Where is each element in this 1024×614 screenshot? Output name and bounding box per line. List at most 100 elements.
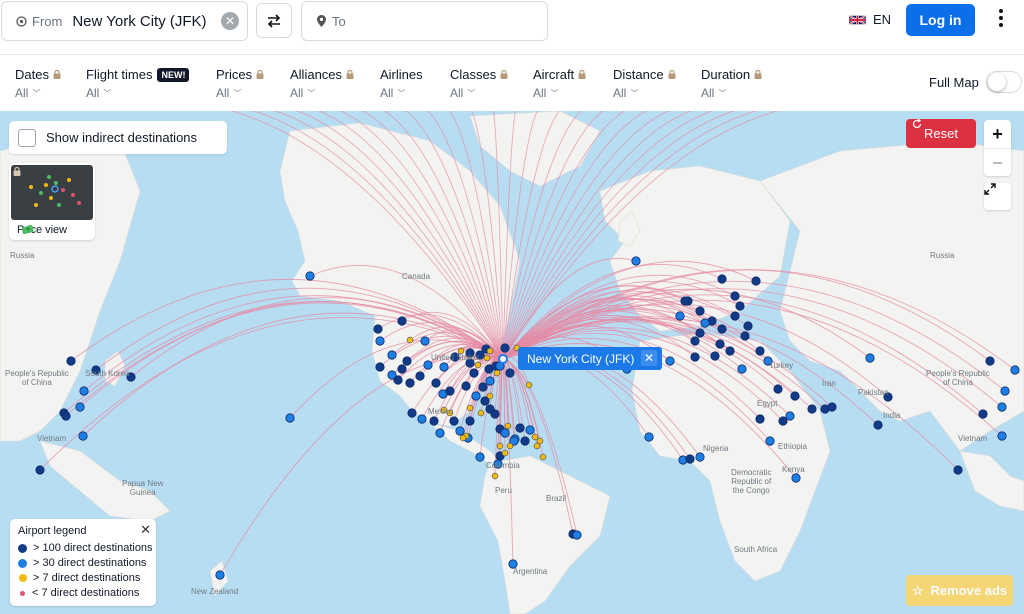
airport-marker: [997, 402, 1007, 412]
login-button[interactable]: Log in: [906, 4, 975, 36]
airport-marker: [695, 328, 705, 338]
close-icon[interactable]: ✕: [641, 350, 657, 366]
airport-marker: [985, 356, 995, 366]
chevron-down-icon: ﹀: [32, 88, 41, 98]
airport-marker: [478, 382, 488, 392]
swap-button[interactable]: [256, 3, 292, 38]
airport-marker: [407, 408, 417, 418]
place-label: Egypt: [757, 399, 778, 408]
place-label: Russia: [10, 251, 35, 260]
airport-marker: [75, 402, 85, 412]
from-field[interactable]: From New York City (JFK) ✕: [1, 1, 248, 41]
airport-marker: [953, 465, 963, 475]
filter-aircraft[interactable]: Aircraft All ﹀: [533, 67, 586, 100]
chevron-down-icon: ﹀: [550, 88, 559, 98]
airport-marker: [690, 352, 700, 362]
airport-marker: [791, 473, 801, 483]
expand-icon: [984, 183, 996, 195]
filter-airlines[interactable]: Airlines All ﹀: [380, 67, 423, 100]
airport-marker: [725, 346, 735, 356]
airport-marker: [79, 386, 89, 396]
airport-marker: [807, 404, 817, 414]
filter-duration[interactable]: Duration All ﹀: [701, 67, 762, 100]
zoom-out-icon[interactable]: −: [984, 148, 1011, 176]
place-label: Brazil: [546, 494, 567, 503]
filter-dates[interactable]: Dates All ﹀: [15, 67, 61, 100]
remove-ads-button[interactable]: ☆ Remove ads: [906, 575, 1013, 606]
airport-marker: [690, 336, 700, 346]
filter-alliances[interactable]: Alliances All ﹀: [290, 67, 354, 100]
legend-item: > 30 direct destinations: [18, 557, 146, 569]
clear-icon[interactable]: ✕: [221, 12, 239, 30]
chevron-down-icon: ﹀: [630, 88, 639, 98]
refresh-icon: [912, 119, 922, 129]
airport-marker: [1000, 386, 1010, 396]
indirect-checkbox[interactable]: [18, 128, 36, 147]
place-label: United States: [431, 353, 480, 362]
fullscreen-button[interactable]: [984, 183, 1011, 210]
airport-marker: [375, 336, 385, 346]
full-map-label: Full Map: [929, 75, 979, 90]
place-label: Argentina: [513, 567, 548, 576]
more-menu-icon[interactable]: [995, 9, 1007, 31]
airport-marker: [491, 472, 499, 480]
airport-marker: [459, 434, 467, 442]
airport-marker: [740, 331, 750, 341]
route-map[interactable]: Russia Russia Canada People's Republic o…: [0, 111, 1024, 614]
lock-icon: [346, 70, 354, 79]
close-icon[interactable]: ✕: [140, 522, 151, 538]
full-map-toggle[interactable]: [986, 71, 1022, 93]
airport-marker: [474, 361, 482, 369]
filter-distance[interactable]: Distance All ﹀: [613, 67, 676, 100]
airport-marker: [751, 276, 761, 286]
indirect-destinations-toggle[interactable]: Show indirect destinations: [9, 121, 227, 154]
place-label: People's Republic of China: [5, 369, 69, 387]
filter-title: Classes: [450, 67, 497, 82]
airport-marker: [515, 423, 525, 433]
reset-button[interactable]: Reset: [906, 119, 976, 148]
airport-marker: [735, 301, 745, 311]
airport-marker: [35, 465, 45, 475]
filter-flight-times[interactable]: Flight times NEW! All ﹀: [86, 67, 190, 100]
to-field[interactable]: To: [301, 1, 548, 41]
place-label: Nigeria: [703, 444, 729, 453]
language-selector[interactable]: EN: [849, 12, 891, 27]
origin-label: New York City (JFK): [527, 351, 635, 366]
airport-marker: [493, 369, 501, 377]
zoom-in-icon[interactable]: +: [984, 120, 1011, 148]
header-divider: [0, 54, 1024, 55]
airport-marker: [873, 420, 883, 430]
map-pin-icon: [314, 14, 328, 28]
from-value[interactable]: New York City (JFK): [72, 13, 206, 30]
filter-value: All: [216, 86, 230, 100]
airport-marker: [402, 356, 412, 366]
airport-marker: [675, 311, 685, 321]
airport-marker: [997, 431, 1007, 441]
airport-marker: [715, 339, 725, 349]
chevron-down-icon: ﹀: [467, 88, 476, 98]
airport-legend: Airport legend ✕ > 100 direct destinatio…: [10, 519, 156, 606]
origin-marker: [498, 354, 508, 364]
place-label: Vietnam: [958, 434, 988, 443]
filter-classes[interactable]: Classes All ﹀: [450, 67, 508, 100]
place-label: Vietnam: [37, 434, 67, 443]
airport-marker: [406, 336, 414, 344]
airport-marker: [461, 381, 471, 391]
place-label: People's Republic of China: [926, 369, 990, 387]
airport-marker: [423, 360, 433, 370]
airport-marker: [471, 391, 481, 401]
airport-marker: [1010, 365, 1020, 375]
airport-marker: [631, 256, 641, 266]
airport-marker: [755, 346, 765, 356]
airport-marker: [680, 296, 690, 306]
place-label: Democratic Republic of the Congo: [731, 468, 772, 495]
airport-marker: [431, 378, 441, 388]
chevron-down-icon: ﹀: [103, 88, 112, 98]
chevron-down-icon: ﹀: [233, 88, 242, 98]
to-label: To: [332, 13, 346, 29]
new-badge: NEW!: [157, 67, 190, 82]
filter-prices[interactable]: Prices All ﹀: [216, 67, 264, 100]
lock-icon: [53, 70, 61, 79]
airport-marker: [405, 378, 415, 388]
price-view-button[interactable]: Price view: [9, 163, 95, 240]
